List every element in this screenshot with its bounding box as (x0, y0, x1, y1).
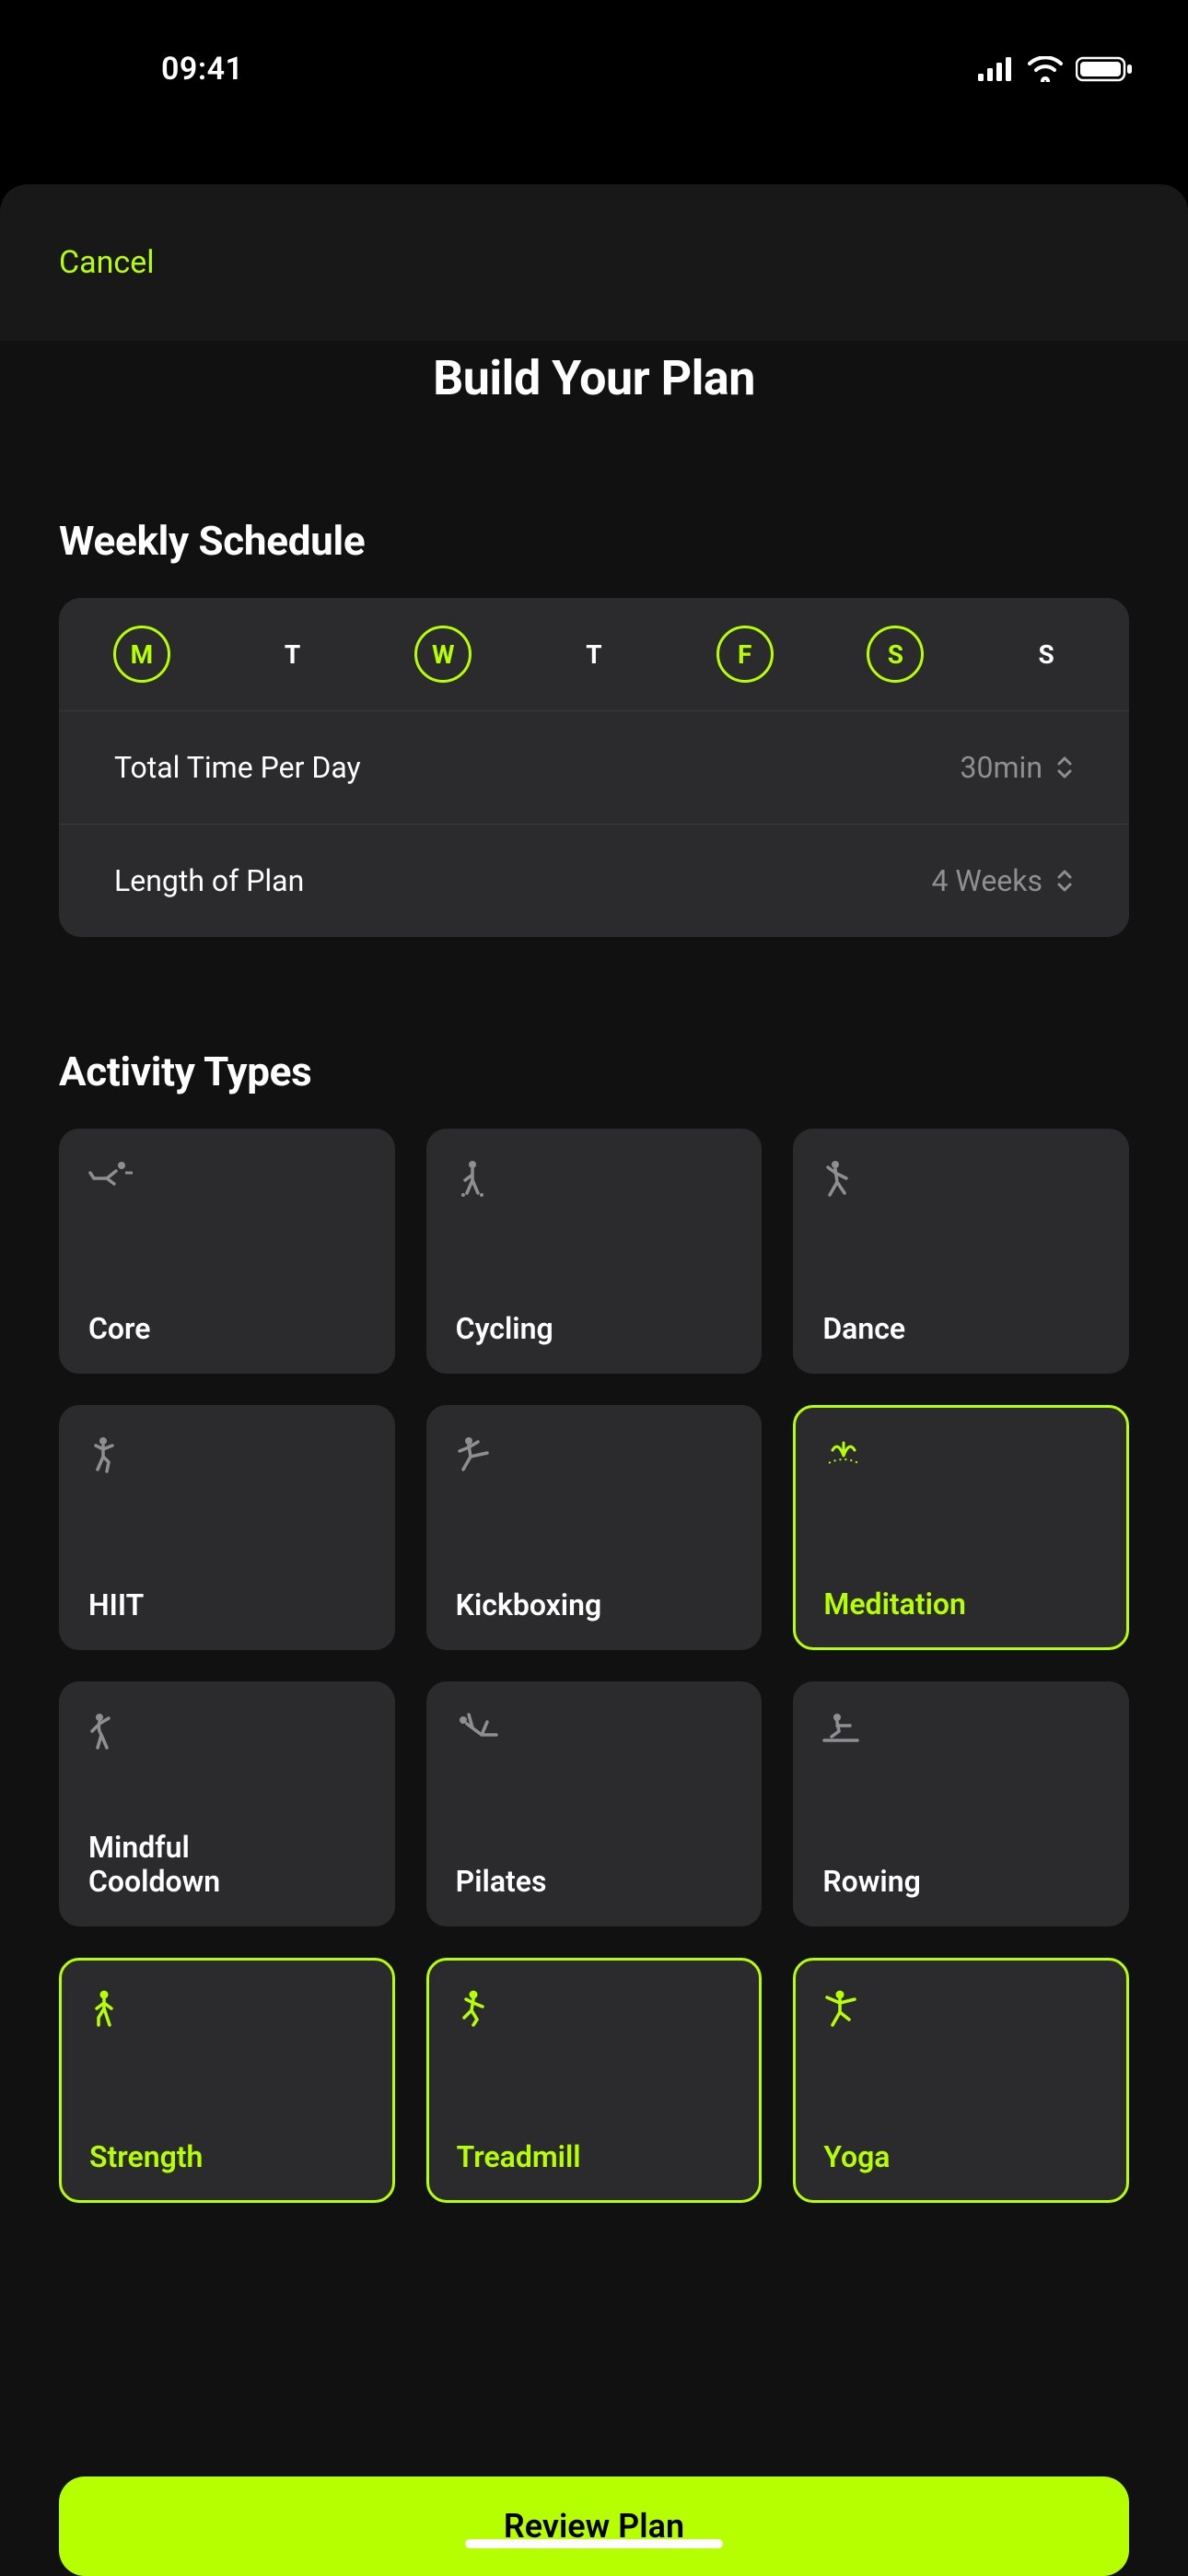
activity-tile-label: Cycling (456, 1312, 733, 1346)
day-toggle-4[interactable]: F (716, 626, 774, 683)
activity-tile-label: Meditation (823, 1587, 1099, 1622)
day-toggle-0[interactable]: M (113, 626, 170, 683)
total-time-label: Total Time Per Day (114, 750, 361, 785)
activity-tile-strength[interactable]: Strength (59, 1958, 395, 2203)
activity-tile-label: Strength (89, 2140, 365, 2174)
activity-tile-hiit[interactable]: HIIT (59, 1405, 395, 1650)
yoga-icon (823, 1990, 1099, 2027)
day-toggle-1[interactable]: T (264, 626, 321, 683)
activity-tile-label: Pilates (456, 1865, 733, 1899)
activity-types-heading: Activity Types (59, 1048, 1129, 1095)
stepper-icon (1055, 868, 1074, 894)
rowing-icon (822, 1713, 1100, 1750)
activity-tile-rowing[interactable]: Rowing (793, 1681, 1129, 1926)
total-time-row[interactable]: Total Time Per Day 30min (59, 711, 1129, 824)
length-of-plan-value: 4 Weeks (932, 863, 1043, 898)
activity-tile-kickboxing[interactable]: Kickboxing (426, 1405, 763, 1650)
cycling-icon (456, 1160, 733, 1197)
pilates-icon (456, 1713, 733, 1750)
treadmill-icon (457, 1990, 732, 2027)
home-indicator (465, 2539, 723, 2548)
stepper-icon (1055, 755, 1074, 780)
hiit-icon (88, 1436, 366, 1473)
day-toggle-3[interactable]: T (565, 626, 623, 683)
cancel-button[interactable]: Cancel (59, 244, 155, 281)
sheet-nav: Cancel (0, 184, 1188, 341)
page-title: Build Your Plan (0, 350, 1188, 406)
day-toggle-2[interactable]: W (414, 626, 472, 683)
activity-tile-label: Yoga (823, 2140, 1099, 2174)
cooldown-icon (88, 1713, 366, 1750)
activity-grid: Core Cycling Dance HIIT Kickboxing Meditation… (59, 1129, 1129, 2203)
activity-tile-core[interactable]: Core (59, 1129, 395, 1374)
day-toggle-6[interactable]: S (1018, 626, 1075, 683)
dance-icon (822, 1160, 1100, 1197)
battery-icon (1076, 56, 1133, 82)
weekly-schedule-heading: Weekly Schedule (59, 517, 1129, 565)
day-toggle-5[interactable]: S (867, 626, 924, 683)
status-icons (978, 56, 1133, 82)
review-plan-button[interactable]: Review Plan (59, 2476, 1129, 2576)
activity-tile-label: Rowing (822, 1865, 1100, 1899)
activity-tile-label: HIIT (88, 1588, 366, 1622)
activity-tile-mindful-cooldown[interactable]: Mindful Cooldown (59, 1681, 395, 1926)
activity-tile-label: Mindful Cooldown (88, 1831, 366, 1899)
activity-tile-meditation[interactable]: Meditation (793, 1405, 1129, 1650)
activity-tile-dance[interactable]: Dance (793, 1129, 1129, 1374)
strength-icon (89, 1990, 365, 2027)
total-time-value: 30min (961, 750, 1042, 785)
wifi-icon (1028, 56, 1063, 82)
activity-tile-yoga[interactable]: Yoga (793, 1958, 1129, 2203)
length-of-plan-label: Length of Plan (114, 863, 304, 898)
activity-tile-label: Dance (822, 1312, 1100, 1346)
kickboxing-icon (456, 1436, 733, 1473)
status-bar: 09:41 (0, 0, 1188, 101)
core-icon (88, 1160, 366, 1197)
activity-tile-pilates[interactable]: Pilates (426, 1681, 763, 1926)
day-row: MTWTFSS (59, 598, 1129, 710)
activity-tile-treadmill[interactable]: Treadmill (426, 1958, 763, 2203)
meditation-icon (823, 1437, 1099, 1474)
activity-tile-label: Treadmill (457, 2140, 732, 2174)
length-of-plan-row[interactable]: Length of Plan 4 Weeks (59, 825, 1129, 937)
activity-tile-label: Kickboxing (456, 1588, 733, 1622)
status-time: 09:41 (55, 51, 243, 88)
cellular-icon (978, 57, 1015, 81)
activity-tile-cycling[interactable]: Cycling (426, 1129, 763, 1374)
activity-tile-label: Core (88, 1312, 366, 1346)
schedule-card: M T W T F S S Total Time Per Day 30min Length … (59, 598, 1129, 937)
